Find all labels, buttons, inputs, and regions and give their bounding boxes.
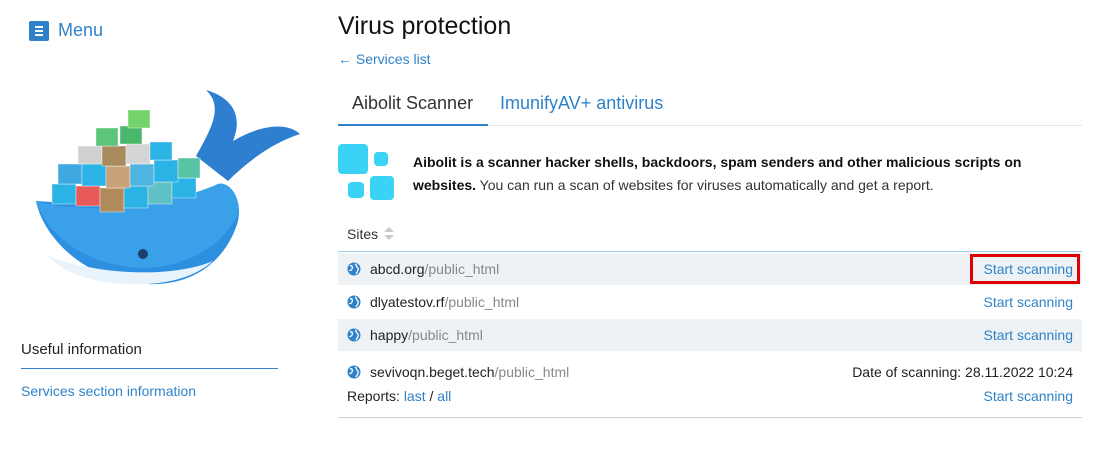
table-row: abcd.org/public_html Start scanning: [338, 253, 1082, 285]
aibolit-logo-icon: [338, 144, 394, 200]
site-path: /public_html: [444, 294, 520, 310]
site-path: /public_html: [408, 327, 483, 343]
site-domain: happy: [370, 327, 409, 343]
useful-information-title: Useful information: [21, 341, 142, 358]
reports-label: Reports:: [347, 388, 404, 404]
site-path: /public_html: [424, 261, 500, 277]
reports: Reports: last / all: [347, 388, 451, 404]
site-name: happy/public_html: [370, 327, 483, 343]
sort-icon: [384, 227, 395, 241]
start-scanning-link[interactable]: Start scanning: [984, 327, 1074, 343]
services-section-information-link[interactable]: Services section information: [21, 383, 196, 399]
table-row: dlyatestov.rf/public_html Start scanning: [338, 286, 1082, 318]
aibolit-description: Aibolit is a scanner hacker shells, back…: [413, 151, 1078, 197]
reports-separator: /: [425, 388, 438, 404]
menu-label: Menu: [58, 20, 104, 40]
table-row: sevivoqn.beget.tech/public_html Date of …: [338, 352, 1082, 416]
table-row: happy/public_html Start scanning: [338, 319, 1082, 351]
table-divider: [338, 417, 1082, 418]
page-title: Virus protection: [338, 12, 512, 40]
tab-imunifyav-antivirus[interactable]: ImunifyAV+ antivirus: [486, 80, 677, 126]
start-scanning-link[interactable]: Start scanning: [984, 261, 1074, 277]
divider: [21, 368, 278, 369]
site-domain: dlyatestov.rf: [370, 294, 445, 310]
menu-button[interactable]: Menu: [29, 20, 103, 41]
sites-column-header[interactable]: Sites: [347, 226, 395, 242]
site-path: /public_html: [494, 364, 570, 380]
globe-icon: [347, 328, 361, 342]
tabs: Aibolit Scanner ImunifyAV+ antivirus: [338, 80, 1082, 126]
table-divider: [338, 251, 1082, 252]
globe-icon: [347, 365, 361, 379]
site-name: dlyatestov.rf/public_html: [370, 294, 519, 310]
reports-all-link[interactable]: all: [437, 388, 451, 404]
whale-containers-illustration: [36, 90, 300, 285]
site-name: sevivoqn.beget.tech/public_html: [370, 364, 569, 380]
aibolit-description-rest: You can run a scan of websites for virus…: [476, 177, 934, 193]
start-scanning-link[interactable]: Start scanning: [984, 388, 1074, 404]
globe-icon: [347, 295, 361, 309]
site-name: abcd.org/public_html: [370, 261, 499, 277]
date-of-scanning: Date of scanning: 28.11.2022 10:24: [852, 364, 1073, 380]
site-domain: sevivoqn.beget.tech: [370, 364, 495, 380]
hamburger-icon: [29, 20, 49, 41]
start-scanning-link[interactable]: Start scanning: [984, 294, 1074, 310]
services-list-back-link[interactable]: ← Services list: [338, 51, 431, 67]
site-domain: abcd.org: [370, 261, 425, 277]
sites-header-label: Sites: [347, 226, 379, 242]
reports-last-link[interactable]: last: [404, 388, 426, 404]
tab-aibolit-scanner[interactable]: Aibolit Scanner: [338, 80, 488, 126]
globe-icon: [347, 262, 361, 276]
